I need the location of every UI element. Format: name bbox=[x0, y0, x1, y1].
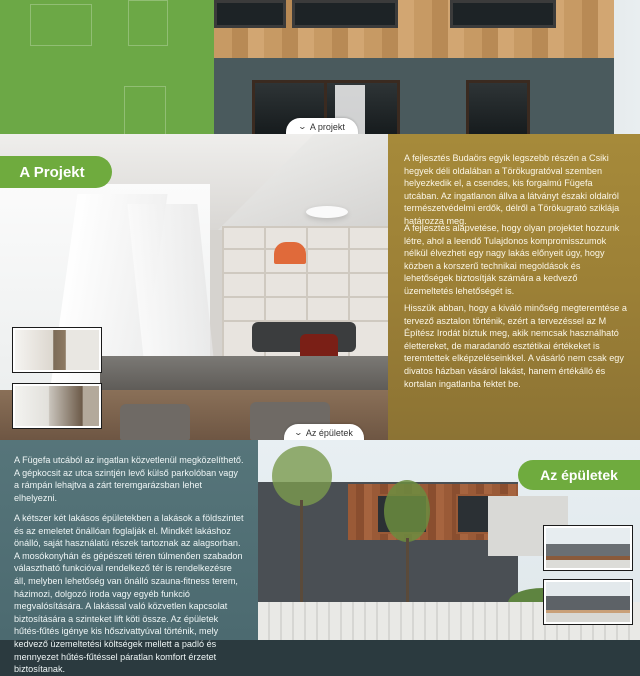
tree bbox=[384, 480, 430, 542]
overlay-window-ghost bbox=[30, 4, 92, 46]
overlay-window-ghost bbox=[128, 0, 168, 46]
buildings-heading: Az épületek bbox=[518, 460, 640, 490]
buildings-paragraph: A kétszer két lakásos épületekben a laká… bbox=[14, 513, 244, 675]
buildings-text-panel: A Fügefa utcából az ingatlan közvetlenül… bbox=[0, 440, 258, 674]
window bbox=[450, 0, 556, 28]
dark-facade bbox=[214, 58, 614, 134]
project-heading: A Projekt bbox=[0, 156, 112, 188]
project-text-panel: A fejlesztés Budaörs egyik legszebb rész… bbox=[388, 134, 640, 440]
project-paragraph: Hisszük abban, hogy a kiváló minőség meg… bbox=[404, 303, 627, 389]
hero-building-photo bbox=[214, 0, 640, 134]
overlay-window-ghost bbox=[124, 86, 166, 136]
project-nav-pill[interactable]: ⌄ A projekt bbox=[286, 118, 358, 135]
tree-trunk bbox=[300, 500, 303, 610]
window bbox=[214, 0, 286, 28]
chevron-down-icon: ⌄ bbox=[293, 428, 304, 437]
buildings-nav-label: Az épületek bbox=[305, 427, 353, 438]
buildings-paragraph: A Fügefa utcából az ingatlan közvetlenül… bbox=[14, 455, 244, 503]
project-paragraph: A fejlesztés Budaörs egyik legszebb rész… bbox=[404, 153, 620, 226]
project-paragraph: A fejlesztés alapvetése, hogy olyan proj… bbox=[404, 223, 620, 296]
gallery-thumbnail[interactable] bbox=[543, 579, 633, 625]
pendant-lamp bbox=[274, 242, 306, 264]
tree-trunk bbox=[406, 538, 409, 608]
ceiling-light bbox=[306, 206, 348, 218]
gallery-thumbnail[interactable] bbox=[12, 327, 102, 373]
dining-table bbox=[100, 356, 388, 390]
gallery-thumbnail[interactable] bbox=[543, 525, 633, 571]
chair bbox=[120, 404, 190, 440]
wood-facade bbox=[214, 0, 614, 58]
tree bbox=[272, 446, 332, 506]
chevron-down-icon: ⌄ bbox=[297, 122, 308, 131]
window bbox=[292, 0, 398, 28]
project-nav-label: A projekt bbox=[309, 121, 345, 132]
gallery-thumbnail[interactable] bbox=[12, 383, 102, 429]
green-overlay bbox=[0, 0, 214, 136]
buildings-nav-pill[interactable]: ⌄ Az épületek bbox=[284, 424, 364, 441]
window bbox=[466, 80, 530, 134]
